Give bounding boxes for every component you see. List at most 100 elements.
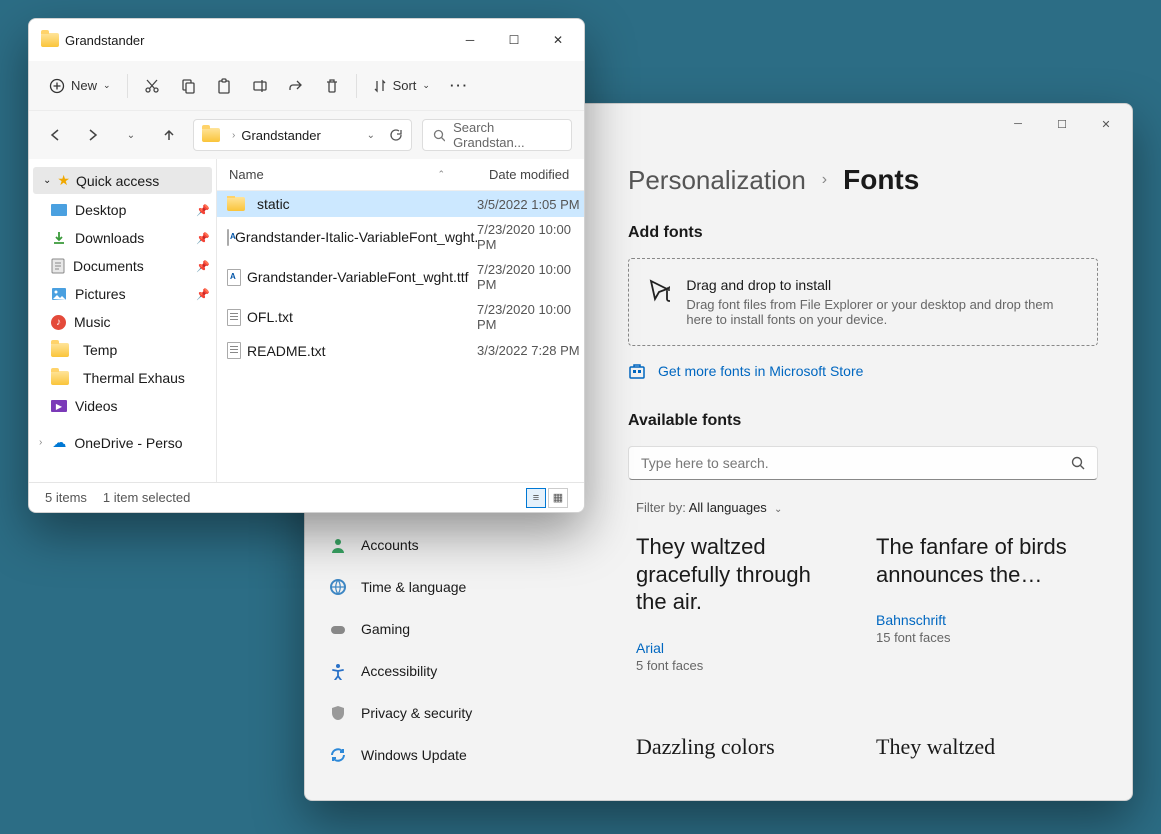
music-icon: ♪ <box>51 315 66 330</box>
nav-gaming[interactable]: Gaming <box>315 610 590 648</box>
font-card-arial[interactable]: They waltzed gracefully through the air.… <box>636 533 846 673</box>
settings-main[interactable]: Personalization › Fonts Add fonts Drag a… <box>600 144 1132 800</box>
file-row[interactable]: OFL.txt 7/23/2020 10:00 PM <box>217 297 584 337</box>
drop-zone[interactable]: Drag and drop to install Drag font files… <box>628 258 1098 346</box>
sidebar-videos[interactable]: ▶Videos <box>29 392 216 420</box>
close-button[interactable]: ✕ <box>1084 107 1128 141</box>
sidebar-documents[interactable]: Documents📌 <box>29 252 216 280</box>
item-count: 5 items <box>45 490 87 505</box>
chevron-down-icon: ⌄ <box>774 504 782 515</box>
drag-cursor-icon <box>647 277 670 311</box>
chevron-down-icon: ⌄ <box>422 80 430 91</box>
address-bar[interactable]: › Grandstander ⌄ <box>193 119 412 151</box>
selection-count: 1 item selected <box>103 490 190 505</box>
nav-privacy[interactable]: Privacy & security <box>315 694 590 732</box>
forward-button[interactable] <box>79 121 107 149</box>
pin-icon: 📌 <box>196 232 210 245</box>
refresh-button[interactable] <box>389 128 403 142</box>
path-segment[interactable]: Grandstander <box>241 128 321 143</box>
more-button[interactable]: ··· <box>442 69 477 103</box>
new-button[interactable]: New ⌄ <box>41 69 119 103</box>
file-row-static[interactable]: static 3/5/2022 1:05 PM <box>217 191 584 217</box>
sidebar-thermal[interactable]: Thermal Exhaus <box>29 364 216 392</box>
cloud-icon: ☁ <box>52 434 66 451</box>
search-input[interactable]: Search Grandstan... <box>422 119 572 151</box>
chevron-down-icon: ⌄ <box>103 80 111 91</box>
delete-button[interactable] <box>316 69 348 103</box>
font-faces: 15 font faces <box>876 630 1086 645</box>
nav-time-language[interactable]: Time & language <box>315 568 590 606</box>
up-button[interactable] <box>155 121 183 149</box>
font-card[interactable]: They waltzed <box>876 733 1086 785</box>
gamepad-icon <box>329 620 347 638</box>
copy-button[interactable] <box>172 69 204 103</box>
font-sample: They waltzed <box>876 733 1086 761</box>
store-link[interactable]: Get more fonts in Microsoft Store <box>628 362 1098 380</box>
font-card[interactable]: Dazzling colors <box>636 733 846 785</box>
view-toggle: ≡ ▦ <box>526 488 568 508</box>
font-file-icon <box>227 229 229 246</box>
copy-icon <box>180 78 196 94</box>
sidebar-pictures[interactable]: Pictures📌 <box>29 280 216 308</box>
breadcrumb-fonts: Fonts <box>843 164 919 196</box>
font-search-input[interactable]: Type here to search. <box>628 446 1098 480</box>
search-icon <box>1071 456 1085 470</box>
font-card-bahnschrift[interactable]: The fanfare of birds announces the… Bahn… <box>876 533 1086 673</box>
maximize-button[interactable]: ☐ <box>492 20 536 60</box>
file-row[interactable]: README.txt 3/3/2022 7:28 PM <box>217 337 584 364</box>
recent-button[interactable]: ⌄ <box>117 121 145 149</box>
details-view-button[interactable]: ≡ <box>526 488 546 508</box>
video-icon: ▶ <box>51 400 67 412</box>
folder-icon <box>51 371 69 385</box>
star-icon: ★ <box>57 172 70 189</box>
nav-accessibility[interactable]: Accessibility <box>315 652 590 690</box>
font-name: Bahnschrift <box>876 612 1086 628</box>
file-row[interactable]: Grandstander-Italic-VariableFont_wght.tt… <box>217 217 584 257</box>
navigation-pane[interactable]: ⌄ ★ Quick access Desktop📌 Downloads📌 Doc… <box>29 159 217 482</box>
drop-subtitle: Drag font files from File Explorer or yo… <box>686 297 1079 327</box>
cut-button[interactable] <box>136 69 168 103</box>
minimize-button[interactable]: ─ <box>448 20 492 60</box>
person-icon <box>329 536 347 554</box>
ellipsis-icon: ··· <box>450 78 469 93</box>
col-date[interactable]: Date modified <box>477 159 584 190</box>
sidebar-music[interactable]: ♪Music <box>29 308 216 336</box>
breadcrumb: Personalization › Fonts <box>628 164 1098 196</box>
folder-icon <box>202 128 220 142</box>
sidebar-desktop[interactable]: Desktop📌 <box>29 196 216 224</box>
share-icon <box>288 78 304 94</box>
sidebar-temp[interactable]: Temp <box>29 336 216 364</box>
plus-circle-icon <box>49 78 65 94</box>
document-icon <box>51 258 65 274</box>
nav-update[interactable]: Windows Update <box>315 736 590 774</box>
share-button[interactable] <box>280 69 312 103</box>
store-icon <box>628 362 646 380</box>
rename-button[interactable] <box>244 69 276 103</box>
back-button[interactable] <box>41 121 69 149</box>
file-row[interactable]: Grandstander-VariableFont_wght.ttf 7/23/… <box>217 257 584 297</box>
quick-access[interactable]: ⌄ ★ Quick access <box>33 167 212 194</box>
paste-button[interactable] <box>208 69 240 103</box>
filter-dropdown[interactable]: Filter by: All languages ⌄ <box>636 500 1098 515</box>
breadcrumb-personalization[interactable]: Personalization <box>628 165 806 196</box>
column-headers[interactable]: Name⌃ Date modified <box>217 159 584 191</box>
nav-accounts[interactable]: Accounts <box>315 526 590 564</box>
add-fonts-heading: Add fonts <box>628 224 1098 242</box>
explorer-titlebar[interactable]: Grandstander ─ ☐ ✕ <box>29 19 584 61</box>
text-file-icon <box>227 309 241 326</box>
sort-icon <box>373 79 387 93</box>
tiles-view-button[interactable]: ▦ <box>548 488 568 508</box>
font-file-icon <box>227 269 241 286</box>
chevron-right-icon: › <box>822 171 827 189</box>
sort-button[interactable]: Sort ⌄ <box>365 69 438 103</box>
file-list[interactable]: Name⌃ Date modified static 3/5/2022 1:05… <box>217 159 584 482</box>
explorer-window: Grandstander ─ ☐ ✕ New ⌄ Sort ⌄ ··· ⌄ <box>28 18 585 513</box>
minimize-button[interactable]: ─ <box>996 107 1040 141</box>
col-name[interactable]: Name⌃ <box>217 159 477 190</box>
sidebar-onedrive[interactable]: ›☁OneDrive - Perso <box>29 428 216 457</box>
close-button[interactable]: ✕ <box>536 20 580 60</box>
maximize-button[interactable]: ☐ <box>1040 107 1084 141</box>
available-fonts-heading: Available fonts <box>628 412 1098 430</box>
sidebar-downloads[interactable]: Downloads📌 <box>29 224 216 252</box>
chevron-down-icon[interactable]: ⌄ <box>367 130 375 141</box>
